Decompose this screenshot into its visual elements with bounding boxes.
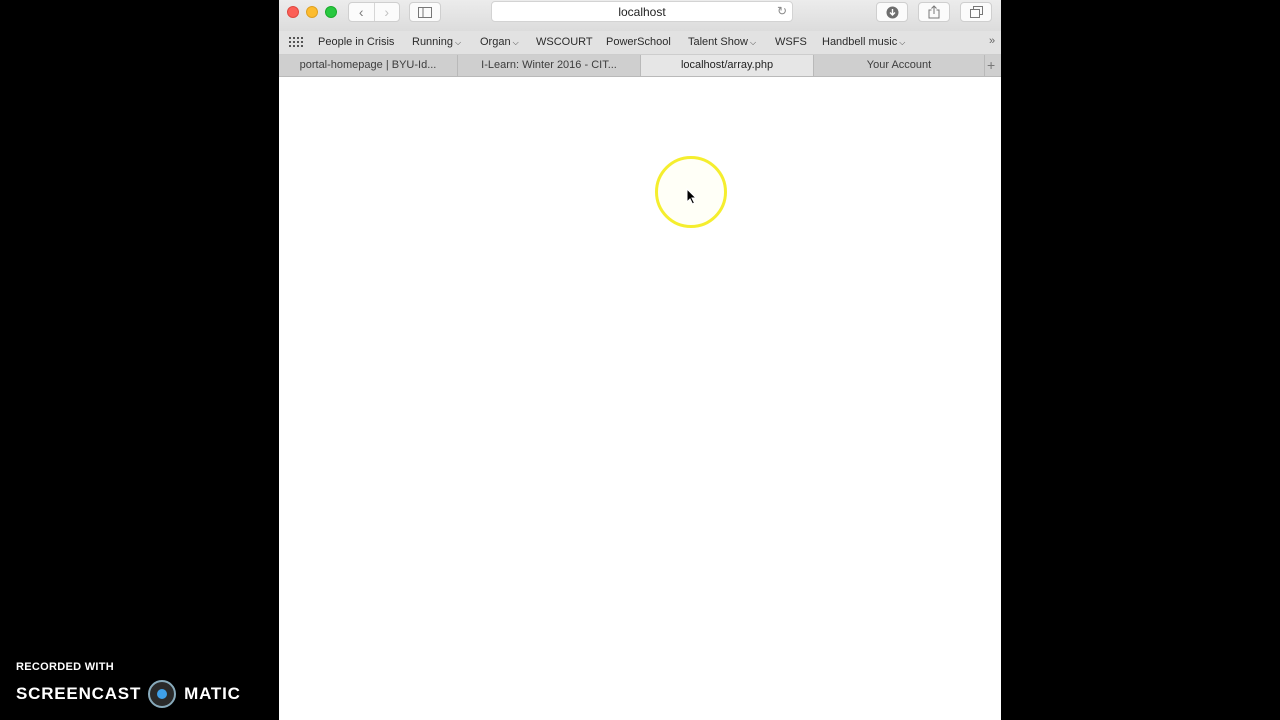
bookmark-running-folder[interactable]: Running ⌵ — [412, 36, 461, 48]
screencast-watermark: RECORDED WITH SCREENCAST MATIC — [16, 661, 241, 708]
page-content[interactable] — [279, 77, 1001, 720]
bookmark-people-in-crisis[interactable]: People in Crisis — [318, 36, 394, 48]
bookmark-handbell-music-folder[interactable]: Handbell music ⌵ — [822, 36, 905, 48]
bookmarks-bar: People in Crisis Running ⌵ Organ ⌵ WSCOURT… — [279, 31, 1001, 55]
navigation-buttons: ‹ › — [348, 2, 400, 22]
tab-localhost-array[interactable]: localhost/array.php — [641, 55, 814, 76]
back-icon[interactable]: ‹ — [349, 3, 374, 21]
browser-window: ‹ › localhost ↻ People in Crisis Running… — [279, 0, 1001, 720]
show-all-tabs-button[interactable] — [960, 2, 992, 22]
tab-i-learn[interactable]: I-Learn: Winter 2016 - CIT... — [458, 55, 641, 76]
bookmark-organ-folder[interactable]: Organ ⌵ — [480, 36, 519, 48]
close-window-button[interactable] — [287, 6, 299, 18]
share-icon — [928, 5, 940, 19]
reload-icon[interactable]: ↻ — [777, 4, 787, 18]
chevron-down-icon: ⌵ — [899, 38, 906, 47]
new-tab-icon[interactable]: + — [987, 57, 995, 73]
minimize-window-button[interactable] — [306, 6, 318, 18]
watermark-brand: SCREENCAST MATIC — [16, 680, 241, 708]
tab-portal-homepage[interactable]: portal-homepage | BYU-Id... — [279, 55, 458, 76]
tab-bar: portal-homepage | BYU-Id... I-Learn: Win… — [279, 55, 1001, 77]
chevron-down-icon: ⌵ — [749, 38, 757, 47]
tab-your-account[interactable]: Your Account — [814, 55, 985, 76]
address-bar[interactable]: localhost ↻ — [491, 1, 793, 22]
download-icon — [886, 6, 898, 18]
bookmark-wscourt[interactable]: WSCOURT — [536, 36, 593, 48]
zoom-window-button[interactable] — [325, 6, 337, 18]
watermark-recorded-with: RECORDED WITH — [16, 661, 115, 673]
watermark-brand-left: SCREENCAST — [16, 684, 142, 703]
address-url: localhost — [618, 5, 666, 19]
browser-toolbar: ‹ › localhost ↻ — [279, 0, 1001, 31]
bookmark-powerschool[interactable]: PowerSchool — [606, 36, 671, 48]
chevron-down-icon: ⌵ — [512, 38, 519, 47]
sidebar-icon — [418, 6, 432, 18]
top-sites-grid-icon[interactable] — [289, 36, 303, 50]
bookmark-wsfs[interactable]: WSFS — [775, 36, 807, 48]
more-bookmarks-icon[interactable]: » — [989, 35, 995, 47]
tabs-overview-icon — [969, 6, 983, 18]
screencast-logo-icon — [148, 680, 177, 708]
forward-icon[interactable]: › — [375, 3, 400, 21]
share-button[interactable] — [918, 2, 950, 22]
downloads-button[interactable] — [876, 2, 908, 22]
chevron-down-icon: ⌵ — [454, 38, 462, 47]
sidebar-toggle-button[interactable] — [409, 2, 441, 22]
bookmark-talent-show-folder[interactable]: Talent Show ⌵ — [688, 36, 756, 48]
watermark-brand-right: MATIC — [184, 684, 241, 703]
mouse-cursor-icon — [686, 188, 697, 205]
